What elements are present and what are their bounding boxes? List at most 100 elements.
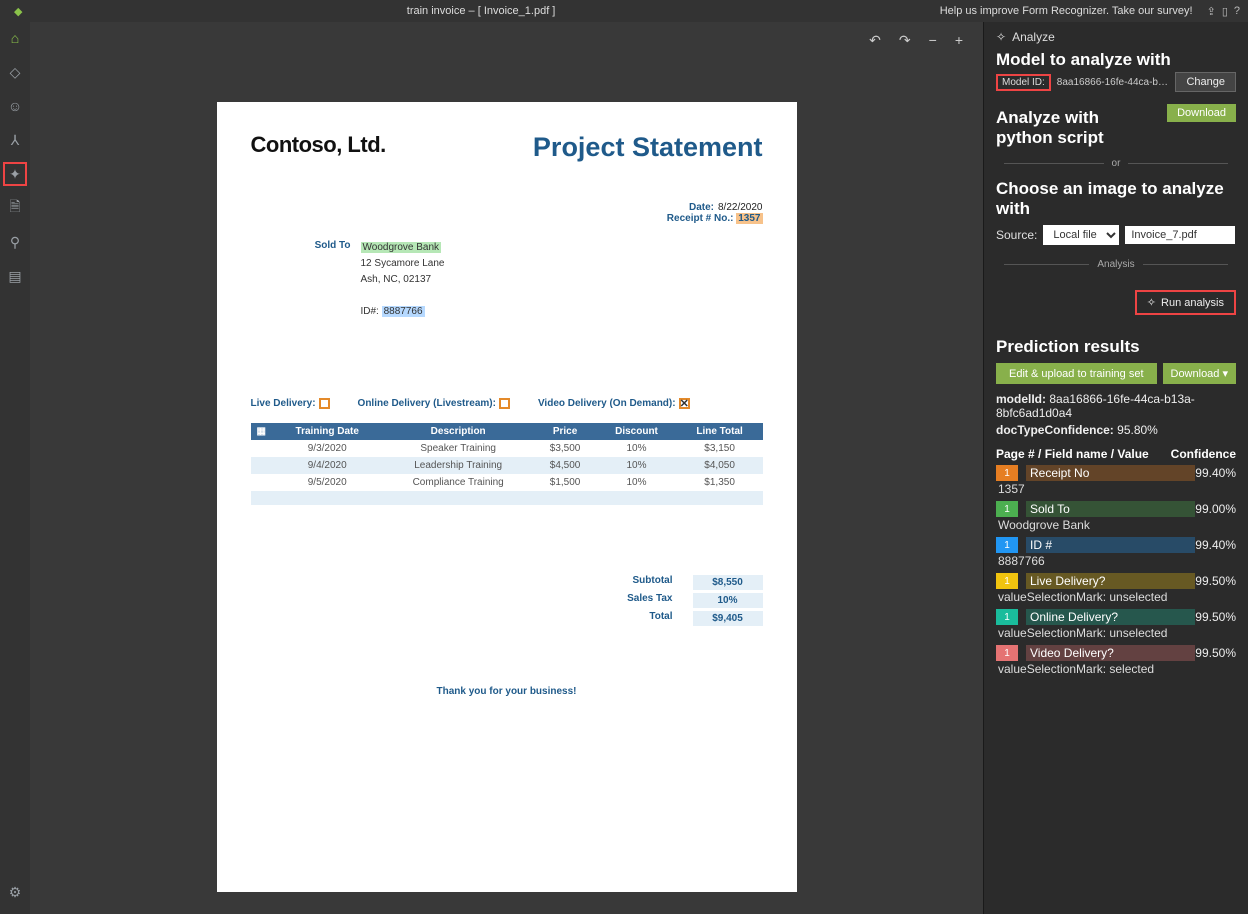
field-name: Video Delivery? (1026, 645, 1195, 661)
field-row[interactable]: 1 Sold To99.00%Woodgrove Bank (996, 501, 1236, 535)
field-name: Receipt No (1026, 465, 1195, 481)
line-items-table: ▦Training DateDescriptionPriceDiscountLi… (251, 423, 763, 505)
logo-icon: ◆ (14, 5, 22, 18)
field-page-badge: 1 (996, 573, 1018, 589)
source-select[interactable]: Local file (1043, 225, 1119, 245)
chk-live-box (319, 398, 330, 409)
chk-online-box (499, 398, 510, 409)
field-value: 1357 (996, 481, 1236, 499)
field-row[interactable]: 1 Video Delivery?99.50%valueSelectionMark… (996, 645, 1236, 679)
prediction-heading: Prediction results (996, 337, 1236, 357)
download-script-button[interactable]: Download (1167, 104, 1236, 122)
canvas-area: ↶ ↷ − + Contoso, Ltd. Project Statement … (30, 22, 983, 914)
download-results-button[interactable]: Download ▾ (1163, 363, 1237, 384)
fields-hdr-left: Page # / Field name / Value (996, 447, 1171, 461)
users-icon[interactable]: ☺ (3, 94, 27, 118)
field-name: Sold To (1026, 501, 1195, 517)
gear-icon[interactable]: ✦ (3, 162, 27, 186)
window-title: train invoice – [ Invoice_1.pdf ] (22, 5, 939, 17)
field-page-badge: 1 (996, 609, 1018, 625)
field-value: valueSelectionMark: unselected (996, 625, 1236, 643)
home-icon[interactable]: ⌂ (3, 26, 27, 50)
python-heading: Analyze with python script (996, 108, 1146, 148)
field-row[interactable]: 1 Receipt No99.40%1357 (996, 465, 1236, 499)
panel-icon[interactable]: ▯ (1222, 5, 1228, 18)
field-value: 8887766 (996, 553, 1236, 571)
field-page-badge: 1 (996, 465, 1018, 481)
survey-link[interactable]: Help us improve Form Recognizer. Take ou… (940, 5, 1193, 17)
date-value: 8/22/2020 (718, 202, 763, 213)
change-button[interactable]: Change (1175, 72, 1236, 92)
total-value: $9,405 (693, 611, 763, 626)
file-input[interactable] (1125, 226, 1235, 244)
doc-icon[interactable]: 🗎 (3, 196, 27, 220)
soldto-name: Woodgrove Bank (361, 242, 442, 253)
choose-heading: Choose an image to analyze with (996, 179, 1236, 219)
model-id-label: Model ID: (996, 74, 1051, 91)
field-confidence: 99.40% (1195, 538, 1236, 552)
subtotal-label: Subtotal (603, 575, 673, 590)
source-label: Source: (996, 228, 1037, 242)
share-icon[interactable]: ⇪ (1207, 5, 1216, 18)
field-confidence: 99.50% (1195, 574, 1236, 588)
field-confidence: 99.40% (1195, 466, 1236, 480)
subtotal-value: $8,550 (693, 575, 763, 590)
field-row[interactable]: 1 Online Delivery?99.50%valueSelectionMar… (996, 609, 1236, 643)
fields-hdr-right: Confidence (1171, 447, 1236, 461)
receipt-value: 1357 (736, 213, 762, 224)
edit-upload-button[interactable]: Edit & upload to training set (996, 363, 1157, 384)
settings-icon[interactable]: ⚙ (3, 880, 27, 904)
tag-icon[interactable]: ◇ (3, 60, 27, 84)
zoom-out-icon[interactable]: − (929, 32, 937, 49)
field-page-badge: 1 (996, 537, 1018, 553)
model-id-value: 8aa16866-16fe-44ca-b13a-8bfc6a... (1057, 77, 1170, 88)
chk-video-label: Video Delivery (On Demand): (538, 398, 676, 409)
sidebar: ⌂ ◇ ☺ ⅄ ✦ 🗎 ⚲ ▤ ⚙ (0, 22, 30, 914)
or-divider: or (1112, 158, 1121, 169)
sparkle-icon: ✧ (1147, 296, 1156, 309)
thanks-text: Thank you for your business! (251, 686, 763, 697)
doc-title: Project Statement (533, 132, 763, 163)
help-icon[interactable]: ? (1234, 5, 1240, 17)
receipt-label: Receipt # No.: (667, 213, 734, 224)
field-confidence: 99.50% (1195, 610, 1236, 624)
modelid-label: modelId: (996, 392, 1046, 406)
run-analysis-button[interactable]: ✧Run analysis (1135, 290, 1236, 315)
redo-icon[interactable]: ↷ (899, 32, 911, 49)
total-label: Total (603, 611, 673, 626)
right-panel: ✧ Analyze Model to analyze with Model ID:… (983, 22, 1248, 914)
zoom-in-icon[interactable]: + (955, 32, 963, 49)
field-value: valueSelectionMark: selected (996, 661, 1236, 679)
tax-value: 10% (693, 593, 763, 608)
field-name: ID # (1026, 537, 1195, 553)
id-value: 8887766 (382, 306, 425, 317)
field-name: Online Delivery? (1026, 609, 1195, 625)
branch-icon[interactable]: ⅄ (3, 128, 27, 152)
date-label: Date: (689, 202, 714, 213)
model-heading: Model to analyze with (996, 50, 1236, 70)
field-value: valueSelectionMark: unselected (996, 589, 1236, 607)
chk-online-label: Online Delivery (Livestream): (358, 398, 496, 409)
field-confidence: 99.50% (1195, 646, 1236, 660)
field-value: Woodgrove Bank (996, 517, 1236, 535)
analysis-divider: Analysis (1097, 259, 1134, 270)
undo-icon[interactable]: ↶ (869, 32, 881, 49)
field-name: Live Delivery? (1026, 573, 1195, 589)
doctype-label: docTypeConfidence: (996, 423, 1114, 437)
field-confidence: 99.00% (1195, 502, 1236, 516)
document-preview: Contoso, Ltd. Project Statement Date:8/2… (217, 102, 797, 892)
sparkle-icon: ✧ (996, 30, 1006, 44)
field-page-badge: 1 (996, 501, 1018, 517)
id-label: ID#: (361, 306, 379, 317)
analyze-header: Analyze (1012, 30, 1055, 44)
addr-line2: Ash, NC, 02137 (361, 274, 432, 285)
doctype-value: 95.80% (1117, 423, 1158, 437)
field-row[interactable]: 1 ID #99.40%8887766 (996, 537, 1236, 571)
plug-icon[interactable]: ⚲ (3, 230, 27, 254)
chk-live-label: Live Delivery: (251, 398, 316, 409)
field-row[interactable]: 1 Live Delivery?99.50%valueSelectionMark:… (996, 573, 1236, 607)
field-page-badge: 1 (996, 645, 1018, 661)
soldto-label: Sold To (251, 240, 351, 320)
list-icon[interactable]: ▤ (3, 264, 27, 288)
tax-label: Sales Tax (603, 593, 673, 608)
